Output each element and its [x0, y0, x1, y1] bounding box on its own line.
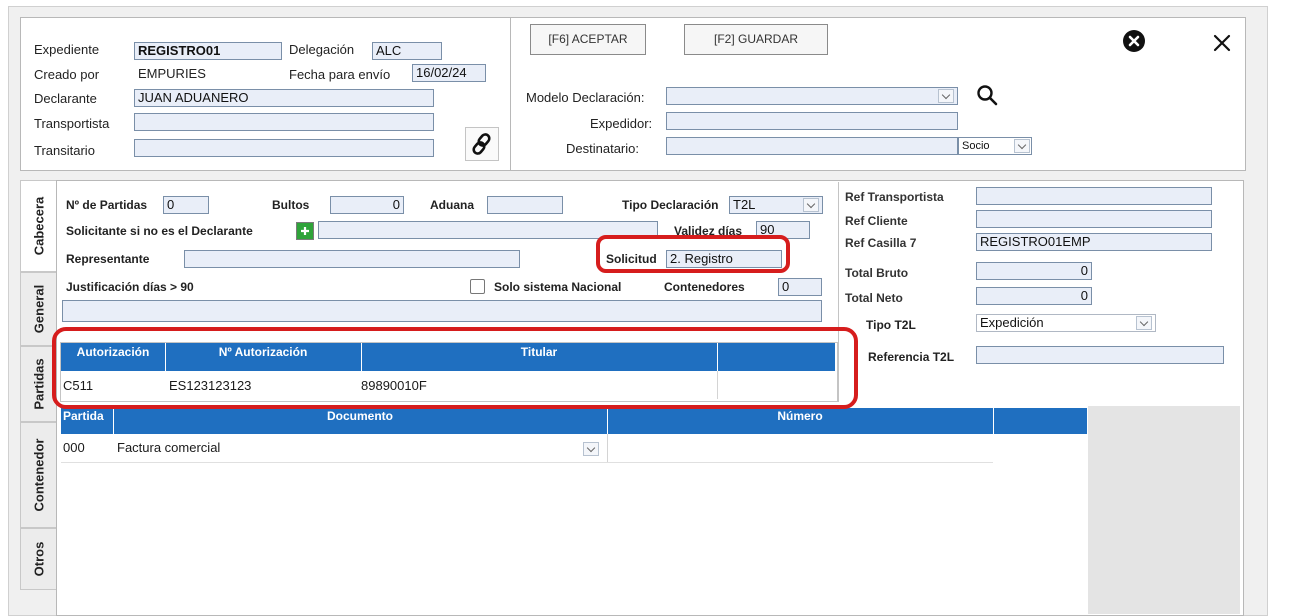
ref-casilla-label: Ref Casilla 7: [845, 236, 917, 250]
aceptar-button[interactable]: [F6] ACEPTAR: [530, 24, 646, 55]
referencia-t2l-field[interactable]: [976, 346, 1224, 364]
chevron-down-icon[interactable]: [803, 198, 819, 212]
delegacion-label: Delegación: [289, 42, 355, 57]
bultos-label: Bultos: [272, 198, 310, 212]
search-icon[interactable]: [975, 83, 1001, 109]
ref-casilla-field[interactable]: REGISTRO01EMP: [976, 233, 1212, 251]
transitario-field[interactable]: [134, 139, 434, 157]
fecha-label: Fecha para envío: [289, 67, 391, 82]
total-bruto-field[interactable]: 0: [976, 262, 1092, 280]
col-partida[interactable]: Partida: [61, 408, 113, 434]
documento-cell: Factura comercial: [117, 440, 221, 455]
chevron-down-icon[interactable]: [1136, 316, 1152, 330]
aduana-field[interactable]: [487, 196, 563, 214]
tipo-t2l-label: Tipo T2L: [866, 318, 916, 332]
chevron-down-icon[interactable]: [938, 89, 954, 103]
tipo-declaracion-label: Tipo Declaración: [622, 198, 719, 212]
autorizaciones-highlight: [52, 327, 858, 409]
representante-label: Representante: [66, 252, 150, 266]
delegacion-field[interactable]: ALC: [372, 42, 442, 60]
transportista-label: Transportista: [34, 116, 110, 131]
tab-cabecera[interactable]: Cabecera: [20, 180, 56, 272]
expediente-label: Expediente: [34, 42, 100, 57]
table-row[interactable]: 000 Factura comercial: [61, 434, 993, 463]
close-icon[interactable]: [1213, 34, 1231, 52]
partidas-field[interactable]: 0: [163, 196, 209, 214]
transportista-field[interactable]: [134, 113, 434, 131]
modelo-label: Modelo Declaración:: [526, 90, 645, 105]
close-circle-icon[interactable]: [1123, 30, 1145, 52]
transitario-label: Transitario: [34, 143, 95, 158]
ref-transportista-field[interactable]: [976, 187, 1212, 205]
creado-label: Creado por: [34, 67, 100, 82]
representante-field[interactable]: [184, 250, 520, 268]
contenedores-label: Contenedores: [664, 280, 745, 294]
justificacion-field[interactable]: [62, 300, 822, 322]
col-numero[interactable]: Número: [607, 408, 993, 434]
expedidor-field[interactable]: [666, 112, 958, 130]
expediente-field[interactable]: REGISTRO01: [134, 42, 282, 60]
solo-nacional-checkbox[interactable]: [470, 279, 485, 294]
ref-transportista-label: Ref Transportista: [845, 190, 944, 204]
justificacion-label: Justificación días > 90: [66, 280, 194, 294]
expedidor-label: Expedidor:: [590, 116, 653, 131]
contenedores-field[interactable]: 0: [778, 278, 822, 296]
fecha-field[interactable]: 16/02/24: [412, 64, 486, 82]
link-icon[interactable]: [465, 127, 499, 161]
declarante-label: Declarante: [34, 91, 97, 106]
tab-partidas[interactable]: Partidas: [20, 346, 56, 422]
destinatario-field[interactable]: [666, 137, 958, 155]
documents-gray-area: [1088, 406, 1240, 614]
modelo-select[interactable]: [666, 87, 958, 105]
documentos-header: Partida Documento Número: [61, 408, 1087, 434]
tab-otros[interactable]: Otros: [20, 528, 56, 590]
total-neto-field[interactable]: 0: [976, 287, 1092, 305]
solo-nacional-label: Solo sistema Nacional: [494, 280, 622, 294]
col-documento[interactable]: Documento: [113, 408, 607, 434]
tipo-t2l-select[interactable]: Expedición: [976, 314, 1156, 332]
partidas-label: Nº de Partidas: [66, 198, 148, 212]
ref-cliente-field[interactable]: [976, 210, 1212, 228]
chevron-down-icon[interactable]: [1014, 139, 1030, 153]
creado-value: EMPURIES: [138, 66, 206, 81]
bultos-field[interactable]: 0: [330, 196, 404, 214]
tab-contenedor[interactable]: Contenedor: [20, 422, 56, 528]
solicitante-label: Solicitante si no es el Declarante: [66, 224, 253, 238]
tab-general[interactable]: General: [20, 272, 56, 346]
destinatario-label: Destinatario:: [566, 141, 639, 156]
declarante-field[interactable]: JUAN ADUANERO: [134, 89, 434, 107]
add-solicitante-icon[interactable]: [296, 222, 314, 240]
partida-cell: 000: [63, 440, 85, 455]
ref-cliente-label: Ref Cliente: [845, 214, 908, 228]
chevron-down-icon[interactable]: [583, 442, 599, 456]
solicitud-highlight: [596, 235, 790, 273]
total-bruto-label: Total Bruto: [845, 266, 909, 280]
guardar-button[interactable]: [F2] GUARDAR: [684, 24, 828, 55]
aduana-label: Aduana: [430, 198, 475, 212]
referencia-t2l-label: Referencia T2L: [868, 350, 955, 364]
total-neto-label: Total Neto: [845, 291, 903, 305]
